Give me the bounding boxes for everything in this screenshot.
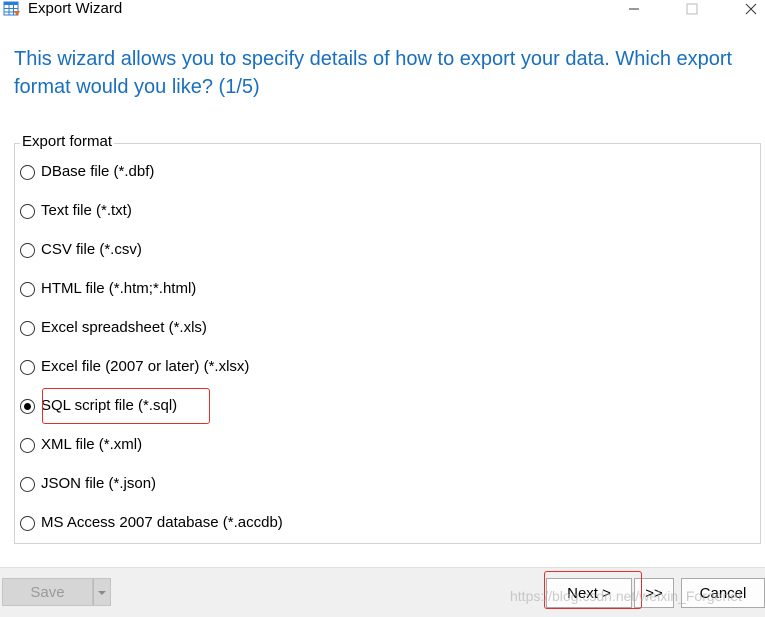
wizard-heading: This wizard allows you to specify detail…	[14, 48, 733, 98]
option-dbase[interactable]: DBase file (*.dbf)	[20, 161, 154, 183]
chevron-down-icon	[97, 583, 107, 601]
save-dropdown-button[interactable]	[93, 578, 111, 606]
minimize-icon[interactable]	[619, 0, 649, 18]
export-format-legend: Export format	[20, 133, 115, 151]
option-label: JSON file (*.json)	[41, 475, 157, 492]
option-label: MS Access 2007 database (*.accdb)	[41, 514, 283, 531]
radio-button[interactable]	[20, 320, 35, 336]
radio-button[interactable]	[20, 359, 35, 375]
annotation-highlight-sql	[42, 388, 210, 424]
option-xls[interactable]: Excel spreadsheet (*.xls)	[20, 317, 207, 339]
close-icon[interactable]	[736, 0, 765, 18]
radio-button[interactable]	[20, 281, 35, 297]
option-json[interactable]: JSON file (*.json)	[20, 473, 156, 495]
option-html[interactable]: HTML file (*.htm;*.html)	[20, 278, 196, 300]
radio-button-selected[interactable]	[20, 398, 35, 414]
table-grid-icon	[3, 0, 21, 18]
radio-button[interactable]	[20, 242, 35, 258]
option-text[interactable]: Text file (*.txt)	[20, 200, 132, 222]
cancel-button[interactable]: Cancel	[681, 578, 765, 608]
option-label: DBase file (*.dbf)	[41, 163, 155, 180]
radio-button[interactable]	[20, 164, 35, 180]
radio-button[interactable]	[20, 203, 35, 219]
annotation-highlight-next	[544, 571, 642, 609]
option-label: Excel spreadsheet (*.xls)	[41, 319, 207, 336]
option-label: XML file (*.xml)	[41, 436, 143, 453]
option-label: Text file (*.txt)	[41, 202, 132, 219]
option-label: HTML file (*.htm;*.html)	[41, 280, 197, 297]
radio-button[interactable]	[20, 437, 35, 453]
option-accdb[interactable]: MS Access 2007 database (*.accdb)	[20, 512, 283, 534]
title-bar: Export Wizard	[0, 0, 765, 20]
radio-button[interactable]	[20, 476, 35, 492]
option-label: Excel file (2007 or later) (*.xlsx)	[41, 358, 250, 375]
window-title: Export Wizard	[28, 0, 123, 17]
option-xlsx[interactable]: Excel file (2007 or later) (*.xlsx)	[20, 356, 249, 378]
option-csv[interactable]: CSV file (*.csv)	[20, 239, 142, 261]
option-label: CSV file (*.csv)	[41, 241, 142, 258]
option-xml[interactable]: XML file (*.xml)	[20, 434, 142, 456]
save-button[interactable]: Save	[2, 578, 93, 606]
maximize-icon[interactable]	[677, 0, 707, 18]
radio-button[interactable]	[20, 515, 35, 531]
